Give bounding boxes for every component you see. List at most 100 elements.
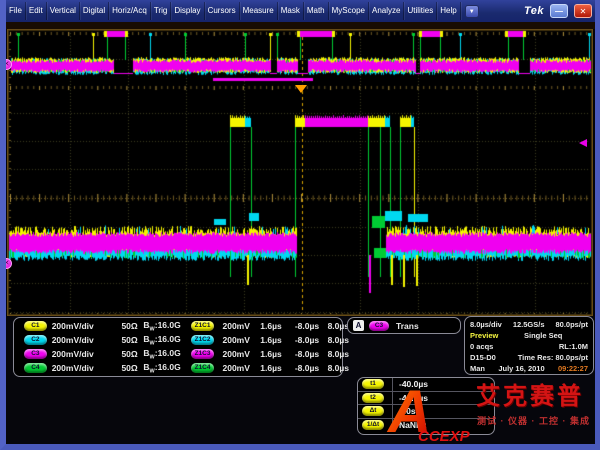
digital-row: D15-D0 Time Res: 80.0ps/pt [470, 352, 588, 363]
sample-rate: 12.5GS/s [513, 319, 545, 330]
channel-readout-panel: C1 200mV/div 50Ω BW:16.0G Z1C1 200mV 1.6… [13, 317, 343, 377]
man-label: Man [470, 363, 485, 374]
date-label: July 16, 2010 [498, 363, 544, 374]
menu-vertical[interactable]: Vertical [47, 2, 80, 20]
minimize-icon: — [555, 7, 563, 16]
readout-area: C1 200mV/div 50Ω BW:16.0G Z1C1 200mV 1.6… [6, 316, 595, 444]
tek-logo: Tek [524, 5, 544, 17]
cursor-t2-badge[interactable]: t2 [362, 393, 384, 403]
menu-cursors[interactable]: Cursors [205, 2, 240, 20]
channel-row-c1: C1 200mV/div 50Ω BW:16.0G Z1C1 200mV 1.6… [21, 319, 349, 333]
trigger-readout-panel[interactable]: A C3 Trans [347, 317, 461, 334]
ch3-bandwidth: BW:16.0G [138, 348, 181, 361]
ch1-bandwidth: BW:16.0G [138, 320, 181, 333]
ch2-bandwidth: BW:16.0G [138, 334, 181, 347]
z1c3-time: 1.6µs [250, 349, 282, 359]
ch3-impedance: 50Ω [110, 349, 138, 359]
z1c3-badge[interactable]: Z1C3 [191, 349, 215, 359]
z1c1-end: 8.0µs [319, 321, 349, 331]
z1c2-time: 1.6µs [250, 335, 282, 345]
ch4-badge[interactable]: C4 [24, 363, 47, 373]
z1c4-start: -8.0µs [282, 363, 319, 373]
ch3-badge[interactable]: C3 [24, 349, 47, 359]
z1c3-scale: 200mV [214, 349, 250, 359]
minimize-button[interactable]: — [550, 4, 568, 18]
z1c1-time: 1.6µs [250, 321, 282, 331]
ch3-zoom-position-handle[interactable]: ✕ [1, 258, 12, 269]
acquisition-mode-row: Preview Single Seq [470, 330, 588, 341]
menu-trig[interactable]: Trig [151, 2, 171, 20]
z1c2-badge[interactable]: Z1C2 [191, 335, 215, 345]
menu-digital[interactable]: Digital [80, 2, 109, 20]
ch3-scale: 200mV/div [52, 349, 110, 359]
acqs-row: 0 acqs RL:1.0M [470, 341, 588, 352]
z1c3-start: -8.0µs [282, 349, 319, 359]
close-icon: ✕ [580, 7, 587, 16]
z1c1-start: -8.0µs [282, 321, 319, 331]
close-button[interactable]: ✕ [574, 4, 592, 18]
ch1-scale: 200mV/div [52, 321, 110, 331]
menu-measure[interactable]: Measure [240, 2, 278, 20]
datetime-row: Man July 16, 2010 09:22:27 [470, 363, 588, 374]
z1c2-start: -8.0µs [282, 335, 319, 345]
z1c3-level-marker[interactable] [579, 139, 587, 147]
trigger-source-badge: C3 [369, 321, 389, 331]
channel-row-c2: C2 200mV/div 50Ω BW:16.0G Z1C2 200mV 1.6… [21, 333, 349, 347]
ch1-badge[interactable]: C1 [24, 321, 47, 331]
point-resolution: 80.0ps/pt [555, 319, 588, 330]
digital-channels: D15-D0 [470, 352, 496, 363]
menu-divider [6, 22, 595, 29]
scope-window: File Edit Vertical Digital Horiz/Acq Tri… [0, 0, 600, 450]
channel-row-c3: C3 200mV/div 50Ω BW:16.0G Z1C3 200mV 1.6… [21, 347, 349, 361]
watermark-tagline: 测试 · 仪器 · 工控 · 集成 [477, 414, 597, 427]
sequence-mode: Single Seq [524, 330, 562, 341]
z1c1-badge[interactable]: Z1C1 [191, 321, 215, 331]
menu-horiz-acq[interactable]: Horiz/Acq [109, 2, 151, 20]
z1c4-time: 1.6µs [250, 363, 282, 373]
menu-math[interactable]: Math [304, 2, 329, 20]
channel-row-c4: C4 200mV/div 50Ω BW:16.0G Z1C4 200mV 1.6… [21, 361, 349, 375]
cursor-t1-badge[interactable]: t1 [362, 379, 384, 389]
menu-utilities[interactable]: Utilities [404, 2, 437, 20]
menu-help[interactable]: Help [437, 2, 460, 20]
ch1-impedance: 50Ω [110, 321, 138, 331]
preview-status: Preview [470, 330, 498, 341]
acquisition-count: 0 acqs [470, 341, 493, 352]
time-resolution: Time Res: 80.0ps/pt [518, 352, 588, 363]
cursor-readout-panel: t1 -40.0µs t2 -40.0µs Δt 0.0s 1/Δt NaNHz [357, 377, 495, 435]
cursor-row-t2: t2 -40.0µs [358, 392, 494, 406]
ch4-impedance: 50Ω [110, 363, 138, 373]
cursor-t1-value: -40.0µs [392, 378, 494, 391]
horizontal-scale: 8.0µs/div [470, 319, 502, 330]
trigger-a-icon: A [353, 320, 364, 331]
cursor-t2-value: -40.0µs [392, 392, 494, 405]
cursor-inv-dt-badge[interactable]: 1/Δt [362, 420, 384, 430]
z1c4-badge[interactable]: Z1C4 [191, 363, 215, 373]
menu-analyze[interactable]: Analyze [369, 2, 404, 20]
cursor-dt-badge[interactable]: Δt [362, 406, 384, 416]
waveform-display[interactable] [7, 29, 593, 316]
menu-edit[interactable]: Edit [26, 2, 47, 20]
ch4-scale: 200mV/div [52, 363, 110, 373]
ch4-bandwidth: BW:16.0G [138, 362, 181, 375]
menu-mask[interactable]: Mask [278, 2, 304, 20]
trigger-position-marker[interactable] [295, 85, 307, 93]
ch2-scale: 200mV/div [52, 335, 110, 345]
cursor-dt-value: 0.0s [392, 405, 494, 418]
z1c4-end: 8.0µs [319, 363, 349, 373]
cursor-inv-dt-value: NaNHz [392, 419, 494, 433]
menu-display[interactable]: Display [171, 2, 204, 20]
menu-overflow-button[interactable]: ▼ [465, 5, 479, 18]
clock-label: 09:22:27 [558, 363, 588, 374]
z1c1-scale: 200mV [214, 321, 250, 331]
z1c2-scale: 200mV [214, 335, 250, 345]
cursor-row-dt: Δt 0.0s [358, 405, 494, 419]
z1c2-end: 8.0µs [319, 335, 349, 345]
ch3-overview-position-handle[interactable]: ✕ [1, 59, 12, 70]
menu-myscope[interactable]: MyScope [329, 2, 369, 20]
menu-file[interactable]: File [6, 2, 26, 20]
z1c4-scale: 200mV [214, 363, 250, 373]
record-length: RL:1.0M [559, 341, 588, 352]
ch2-impedance: 50Ω [110, 335, 138, 345]
ch2-badge[interactable]: C2 [24, 335, 47, 345]
